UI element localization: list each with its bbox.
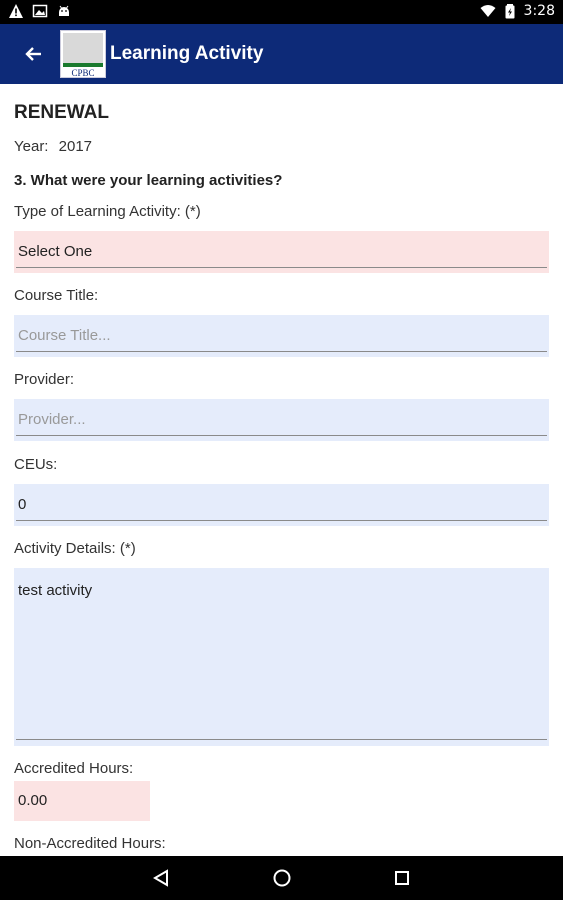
status-bar: 3:28 [0, 0, 563, 24]
accredited-hours-label: Accredited Hours: [14, 760, 134, 777]
logo-emblem [63, 33, 103, 63]
ceus-input[interactable]: 0 [14, 484, 549, 526]
battery-icon [505, 4, 515, 19]
provider-placeholder: Provider... [18, 411, 86, 428]
provider-label: Provider: [14, 371, 75, 388]
year-row: Year: 2017 [14, 138, 92, 155]
app-bar: CPBC Learning Activity [0, 24, 563, 84]
android-icon [59, 5, 69, 16]
year-label: Year: [14, 138, 49, 155]
back-button[interactable] [18, 38, 50, 70]
accredited-hours-input[interactable]: 0.00 [14, 781, 150, 821]
accredited-hours-value: 0.00 [18, 792, 48, 809]
activity-details-value: test activity [18, 582, 93, 599]
recents-square-icon [395, 871, 409, 885]
course-title-label: Course Title: [14, 287, 99, 304]
nav-back-button[interactable] [149, 866, 173, 890]
course-title-placeholder: Course Title... [18, 327, 111, 344]
system-nav-bar [0, 856, 563, 900]
form-heading: RENEWAL [14, 102, 109, 123]
ceus-label: CEUs: [14, 456, 58, 473]
type-select-value: Select One [18, 243, 93, 260]
logo-text: CPBC [71, 68, 95, 78]
home-circle-icon [273, 869, 291, 887]
year-value: 2017 [58, 138, 93, 155]
form-content[interactable]: RENEWAL Year: 2017 3. What were your lea… [0, 84, 563, 856]
page-title: Learning Activity [110, 43, 264, 64]
status-time: 3:28 [523, 3, 555, 19]
non-accredited-hours-label: Non-Accredited Hours: [14, 835, 166, 852]
activity-details-label: Activity Details: (*) [14, 540, 136, 557]
image-icon [32, 4, 48, 18]
type-select[interactable]: Select One [14, 231, 549, 273]
provider-input[interactable]: Provider... [14, 399, 549, 441]
type-label: Type of Learning Activity: (*) [14, 203, 201, 220]
activity-details-textarea[interactable]: test activity [14, 568, 549, 746]
question-text: 3. What were your learning activities? [14, 172, 283, 189]
arrow-back-icon [25, 47, 41, 61]
app-logo: CPBC [60, 30, 106, 78]
warning-icon [9, 4, 23, 18]
wifi-icon [480, 5, 496, 17]
nav-home-button[interactable] [270, 866, 294, 890]
ceus-value: 0 [18, 496, 27, 513]
nav-recents-button[interactable] [390, 866, 414, 890]
course-title-input[interactable]: Course Title... [14, 315, 549, 357]
back-triangle-icon [153, 869, 168, 887]
